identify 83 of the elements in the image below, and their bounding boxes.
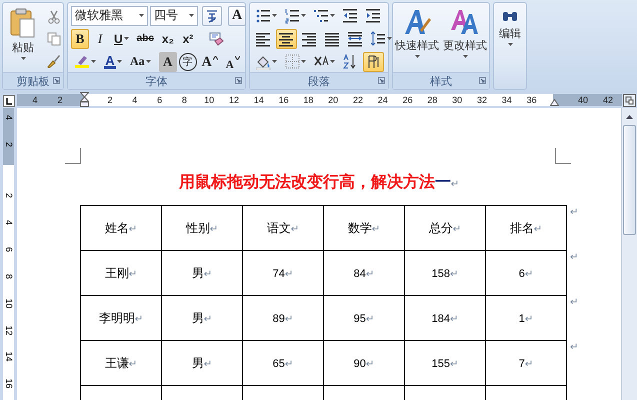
table-cell: 王刚↵ — [80, 250, 162, 296]
table-cell: 95↵ — [324, 296, 404, 340]
group-label: 段落 — [308, 74, 330, 88]
table-cell: 84↵ — [324, 250, 404, 296]
ruler-number: 10 — [203, 94, 216, 106]
table-cell: 6↵ — [486, 250, 566, 296]
group-label: 字体 — [146, 74, 168, 88]
ruler-number: 6 — [156, 94, 164, 106]
underline-button[interactable]: U — [111, 28, 132, 48]
ruler-number: 30 — [451, 94, 464, 106]
ruler-number: 16 — [3, 378, 14, 390]
ruler-number: 20 — [327, 94, 340, 106]
change-styles-button[interactable]: 更改样式 — [441, 5, 489, 72]
table-cell: 158↵ — [404, 250, 486, 296]
row-end-mark: ↵ — [569, 296, 578, 310]
grow-font-button[interactable]: A — [198, 52, 221, 72]
table-cell: 1↵ — [486, 296, 566, 340]
table-cell: 王谦↵ — [80, 340, 162, 386]
ruler-number: 36 — [526, 94, 538, 106]
ruler-number: 2 — [3, 140, 14, 149]
header-cell: 语文↵ — [242, 206, 324, 250]
quick-styles-button[interactable]: 快速样式 — [393, 5, 441, 72]
character-border-button[interactable]: A — [228, 6, 246, 26]
change-case-button[interactable]: Aa — [127, 52, 154, 72]
ruler-number: 16 — [278, 94, 290, 106]
ruler-number: 18 — [302, 94, 314, 106]
ruler-number: 8 — [3, 272, 14, 281]
document-title: 用鼠标拖动无法改变行高，解决方法一↵ — [178, 172, 460, 193]
ruler-number: 34 — [500, 94, 513, 106]
table-cell: 男↵ — [162, 296, 242, 340]
table-cell: 89↵ — [242, 296, 324, 340]
row-end-mark: ↵ — [569, 251, 578, 265]
header-cell: 姓名↵ — [80, 206, 162, 250]
header-cell: 数学↵ — [324, 206, 404, 250]
ruler-number: 22 — [352, 94, 364, 106]
table-cell: 李明明↵ — [80, 296, 162, 340]
font-name-field[interactable]: 微软雅黑 — [71, 6, 148, 26]
ruler-number: 12 — [228, 94, 240, 106]
ruler-number: 40 — [576, 94, 589, 106]
table-cell: 男↵ — [162, 340, 242, 386]
group-label: 样式 — [430, 74, 452, 88]
subscript-button[interactable]: x₂ — [158, 28, 177, 48]
ruler-number: 4 — [131, 94, 138, 106]
row-end-mark: ↵ — [569, 206, 578, 220]
ruler-number: 2 — [56, 94, 64, 106]
table-cell: 90↵ — [324, 340, 404, 386]
ruler-number: 10 — [3, 298, 14, 309]
strikethrough-button[interactable]: abc — [134, 28, 157, 48]
italic-button[interactable]: I — [91, 28, 109, 48]
ruler-number: 32 — [476, 94, 488, 106]
table-cell: 74↵ — [242, 250, 324, 296]
table-cell: 65↵ — [242, 340, 324, 386]
table-cell: 7↵ — [486, 340, 566, 386]
ruler-number: 4 — [3, 218, 14, 227]
enclose-characters-button[interactable]: 字 — [178, 52, 197, 70]
header-cell: 排名↵ — [486, 206, 566, 250]
ruler-number: 12 — [3, 324, 14, 336]
superscript-button[interactable]: x² — [178, 28, 197, 48]
ruler-number: 14 — [252, 94, 265, 106]
ruler-number: 28 — [426, 94, 438, 106]
table-cell: 男↵ — [162, 250, 242, 296]
ruler-number: 6 — [3, 246, 14, 254]
ruler-number: 4 — [31, 94, 38, 106]
font-size-field[interactable]: 四号 — [150, 6, 198, 26]
ruler-number: 8 — [180, 94, 188, 106]
ruler-number: 4 — [3, 114, 14, 122]
row-end-mark: ↵ — [569, 341, 578, 355]
ruler-number: 2 — [106, 94, 114, 106]
header-cell: 总分↵ — [404, 206, 486, 250]
ruler-number: 26 — [402, 94, 414, 106]
ruler-number: 42 — [602, 94, 614, 106]
header-cell: 性别↵ — [162, 206, 242, 250]
bold-button[interactable]: B — [71, 28, 89, 48]
table-cell: 155↵ — [404, 340, 486, 386]
table-cell: 184↵ — [404, 296, 486, 340]
ruler-number: 14 — [3, 351, 14, 362]
ruler-number: 24 — [376, 94, 389, 106]
font-color-button[interactable]: A — [101, 52, 125, 72]
ruler-number: 2 — [3, 192, 14, 200]
group-label: 剪贴板 — [16, 74, 50, 88]
character-shading-button[interactable]: A — [158, 52, 177, 72]
paste-button[interactable]: 粘贴 — [6, 5, 40, 72]
shrink-font-button[interactable]: A — [222, 52, 243, 72]
